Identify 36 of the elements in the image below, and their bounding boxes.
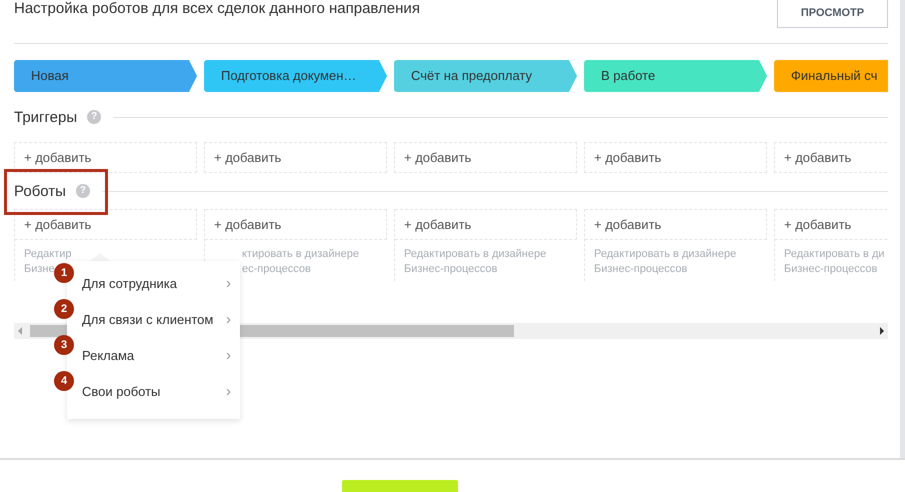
note-text: Бизнес-процессов — [404, 263, 498, 275]
note-text: ктировать в дизайнере — [242, 248, 359, 260]
add-button[interactable]: + добавить — [15, 209, 197, 240]
stage-tab[interactable]: Подготовка докумен… — [204, 60, 387, 92]
note-text: Редактировать в дизайнере — [594, 248, 736, 260]
preview-button[interactable]: ПРОСМОТР — [777, 0, 888, 28]
note-text: Бизнес-процессов — [594, 263, 688, 275]
section-title: Роботы — [14, 182, 66, 200]
menu-item[interactable]: Свои роботы › — [76, 373, 240, 409]
menu-item[interactable]: Для сотрудника › — [76, 265, 240, 301]
page-title: Настройка роботов для всех сделок данного направления — [14, 0, 420, 18]
add-button[interactable]: + добавить — [205, 209, 387, 240]
note-text: ес-процессов — [242, 263, 311, 275]
number-badge: 1 — [54, 263, 74, 283]
add-button[interactable]: + добавить — [394, 142, 577, 173]
note-text: Редактировать в ди — [784, 248, 885, 260]
add-button[interactable]: + добавить — [395, 209, 577, 240]
menu-item[interactable]: Реклама › — [76, 337, 240, 373]
add-button[interactable]: + добавить — [775, 209, 888, 240]
add-button[interactable]: + добавить — [585, 209, 767, 240]
stage-tab[interactable]: Счёт на предоплату — [394, 60, 577, 92]
number-badge: 2 — [54, 299, 74, 319]
add-button[interactable]: + добавить — [774, 142, 888, 173]
stage-tab[interactable]: Новая — [14, 60, 197, 92]
note-text: Редактир — [24, 248, 72, 260]
section-title: Триггеры — [14, 108, 78, 126]
note-text: Редактировать в дизайнере — [404, 248, 546, 260]
note-text: Бизне — [24, 263, 55, 275]
menu-item[interactable]: Для связи с клиентом › — [76, 301, 240, 337]
note-text: Бизнес-процессов — [784, 263, 878, 275]
stage-tab[interactable]: Финальный сч — [774, 60, 888, 92]
add-button[interactable]: + добавить — [584, 142, 767, 173]
stage-tab[interactable]: В работе — [584, 60, 767, 92]
add-button[interactable]: + добавить — [14, 142, 197, 173]
number-badge: 4 — [54, 371, 74, 391]
add-button[interactable]: + добавить — [204, 142, 387, 173]
